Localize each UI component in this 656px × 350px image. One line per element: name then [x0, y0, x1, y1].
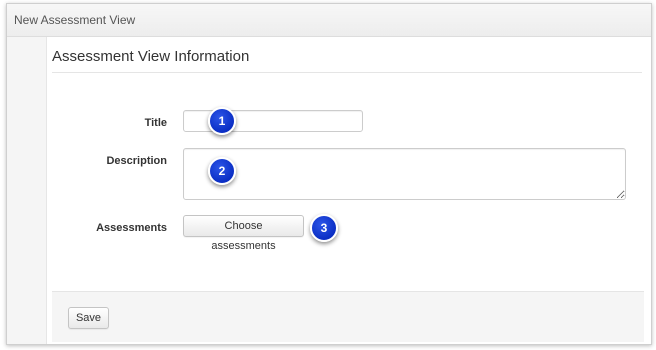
assessments-label: Assessments — [96, 222, 167, 234]
form-footer — [52, 291, 644, 342]
window-title: New Assessment View — [14, 13, 136, 27]
description-label: Description — [106, 155, 167, 167]
save-button[interactable]: Save — [68, 307, 109, 329]
callout-badge-3: 3 — [310, 214, 338, 242]
description-textarea[interactable] — [183, 148, 626, 200]
callout-badge-2: 2 — [208, 157, 236, 185]
left-gutter — [7, 37, 47, 344]
title-bar: New Assessment View — [7, 4, 651, 37]
callout-badge-1: 1 — [208, 107, 236, 135]
heading-divider — [52, 72, 642, 73]
section-heading: Assessment View Information — [52, 48, 250, 65]
title-label: Title — [144, 117, 167, 129]
choose-assessments-button[interactable]: Choose assessments — [183, 215, 304, 252]
